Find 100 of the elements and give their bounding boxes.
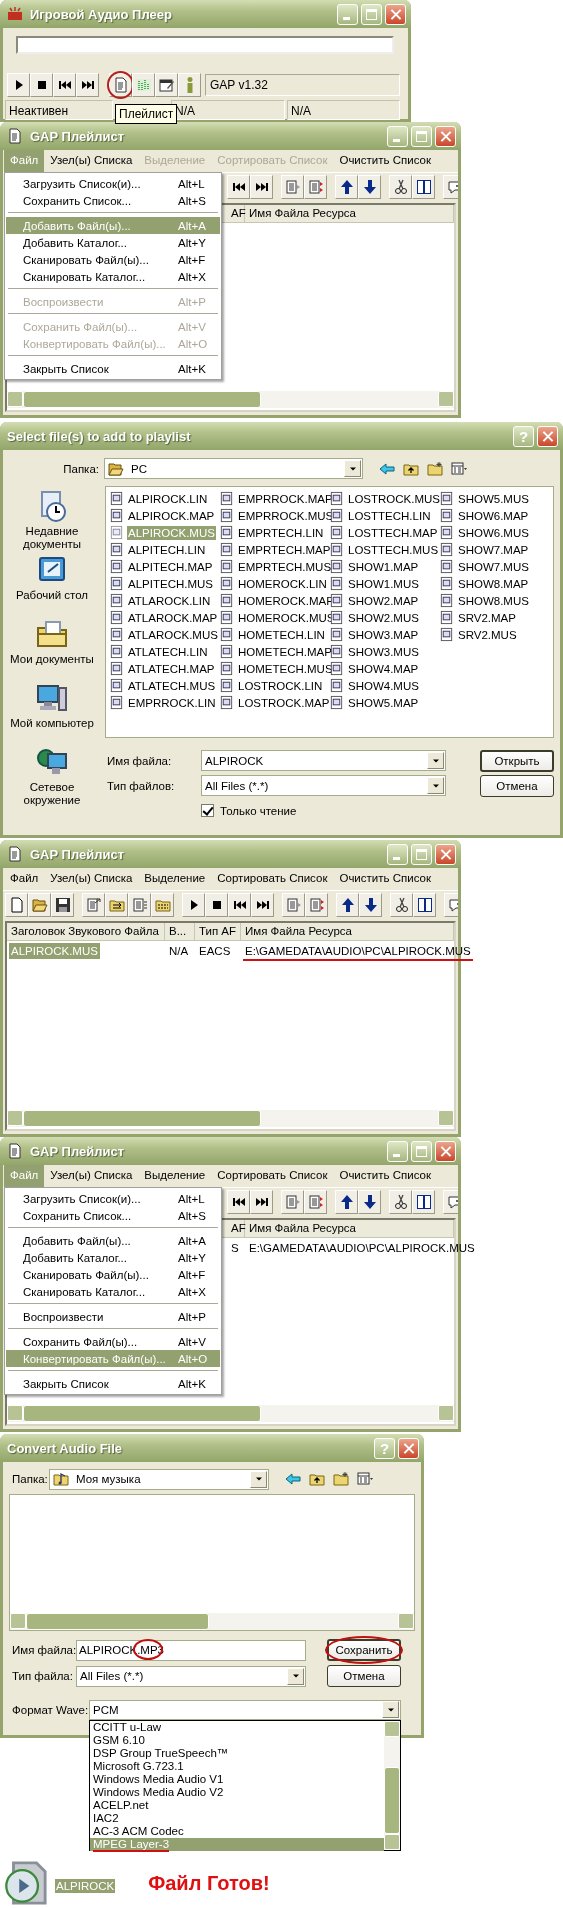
menu-item[interactable]: Очистить Список xyxy=(333,1165,437,1187)
toolbar-button[interactable] xyxy=(305,893,328,917)
dropdown-button[interactable] xyxy=(427,752,444,769)
file-item[interactable]: SHOW6.MUS xyxy=(439,524,530,541)
menu-item[interactable]: Выделение xyxy=(138,1165,212,1187)
menu-option[interactable]: Добавить Каталог... Alt+Y xyxy=(6,234,220,251)
column-header[interactable]: AF xyxy=(227,204,245,223)
checkbox-label[interactable]: Только чтение xyxy=(220,804,297,817)
next-button[interactable] xyxy=(76,73,99,97)
file-item[interactable]: HOMEROCK.MUS xyxy=(219,609,336,626)
playlist-button[interactable] xyxy=(109,73,132,97)
menu-option[interactable]: Загрузить Список(и)... Alt+L xyxy=(6,175,220,192)
file-item[interactable]: ATLAROCK.LIN xyxy=(109,592,212,609)
list-option[interactable]: Windows Media Audio V1 xyxy=(90,1772,384,1786)
move-down-button[interactable] xyxy=(359,893,382,917)
horizontal-scrollbar[interactable] xyxy=(10,1613,414,1630)
list-option[interactable]: Windows Media Audio V2 xyxy=(90,1785,384,1799)
column-header[interactable]: AF xyxy=(227,1219,245,1238)
cut-button[interactable] xyxy=(389,175,412,199)
file-item[interactable]: SRV2.MAP xyxy=(439,609,517,626)
file-item[interactable]: SHOW7.MAP xyxy=(439,541,530,558)
menu-option[interactable]: Загрузить Список(и)... Alt+L xyxy=(6,1190,220,1207)
menu-item[interactable]: Узел(ы) Списка xyxy=(44,868,139,890)
dropdown-button[interactable] xyxy=(382,1701,399,1718)
folder-dropdown[interactable]: Моя музыка xyxy=(49,1468,269,1490)
filename-field[interactable]: ALPIROCK xyxy=(201,750,446,771)
settings-button[interactable] xyxy=(155,73,178,97)
move-down-button[interactable] xyxy=(358,1190,381,1214)
file-item[interactable]: EMPRROCK.MAP xyxy=(219,490,334,507)
toolbar-button[interactable] xyxy=(82,893,105,917)
cut-button[interactable] xyxy=(390,893,413,917)
next-button[interactable] xyxy=(251,893,274,917)
file-type-dropdown[interactable]: All Files (*.*) xyxy=(201,775,446,796)
cut-button[interactable] xyxy=(389,1190,412,1214)
dropdown-button[interactable] xyxy=(250,1470,267,1488)
stop-button[interactable] xyxy=(205,893,228,917)
columns-button[interactable] xyxy=(412,1190,435,1214)
file-item[interactable]: LOSTTECH.MAP xyxy=(329,524,439,541)
file-item[interactable]: ATLATECH.MAP xyxy=(109,660,216,677)
column-header[interactable]: Имя Файла Ресурса xyxy=(245,204,454,223)
menu-option[interactable]: Добавить Каталог... Alt+Y xyxy=(6,1249,220,1266)
places-item[interactable]: Мои документы xyxy=(9,618,95,682)
save-button[interactable]: Сохранить xyxy=(327,1639,401,1661)
column-header[interactable]: Имя Файла Ресурса xyxy=(245,1219,454,1238)
menu-item[interactable]: Файл xyxy=(4,868,45,890)
track-field[interactable] xyxy=(16,36,394,54)
open-button[interactable]: Открыть xyxy=(480,749,554,772)
menu-option[interactable]: Добавить Файл(ы)... Alt+A xyxy=(6,1232,220,1249)
toolbar-button[interactable] xyxy=(281,175,304,199)
file-item[interactable]: SHOW7.MUS xyxy=(439,558,530,575)
menu-option[interactable]: Сохранить Файл(ы)... Alt+V xyxy=(6,1333,220,1350)
horizontal-scrollbar[interactable] xyxy=(7,1110,454,1127)
menu-item[interactable]: Сортировать Список xyxy=(211,868,334,890)
file-item[interactable]: ALPIROCK.LIN xyxy=(109,490,209,507)
file-item[interactable]: SHOW5.MUS xyxy=(439,490,530,507)
list-option[interactable]: Microsoft G.723.1 xyxy=(90,1759,384,1773)
close-button[interactable] xyxy=(435,1140,456,1162)
file-item[interactable]: ATLATECH.MUS xyxy=(109,677,217,694)
menu-item[interactable]: Узел(ы) Списка xyxy=(44,1165,139,1187)
places-item[interactable]: Сетевое окружение xyxy=(9,746,95,810)
previous-button[interactable] xyxy=(227,1190,250,1214)
list-option[interactable]: ACELP.net xyxy=(90,1798,384,1812)
previous-button[interactable] xyxy=(227,175,250,199)
toolbar-button[interactable] xyxy=(281,1190,304,1214)
cancel-button[interactable]: Отмена xyxy=(327,1665,401,1687)
checkbox[interactable] xyxy=(201,804,214,817)
close-button[interactable] xyxy=(385,3,406,25)
file-item[interactable]: ALPIROCK.MAP xyxy=(109,507,216,524)
file-item[interactable]: SHOW4.MUS xyxy=(329,677,420,694)
close-button[interactable] xyxy=(435,843,456,865)
toolbar-button[interactable] xyxy=(282,893,305,917)
toolbar-button[interactable] xyxy=(128,893,151,917)
file-item[interactable]: EMPRTECH.MUS xyxy=(219,558,333,575)
file-item[interactable]: LOSTROCK.MAP xyxy=(219,694,331,711)
toolbar-button[interactable] xyxy=(151,893,174,917)
file-item[interactable]: ATLATECH.LIN xyxy=(109,643,209,660)
cancel-button[interactable]: Отмена xyxy=(480,774,554,797)
next-button[interactable] xyxy=(250,175,273,199)
table-cell[interactable]: S xyxy=(229,1239,241,1256)
file-item[interactable]: ALPITECH.LIN xyxy=(109,541,207,558)
move-up-button[interactable] xyxy=(336,893,359,917)
move-up-button[interactable] xyxy=(335,175,358,199)
menu-option[interactable]: Воспроизвести Alt+P xyxy=(6,1308,220,1325)
file-item[interactable]: ALPITECH.MUS xyxy=(109,575,214,592)
column-header[interactable]: Имя Файла Ресурса xyxy=(241,922,454,941)
play-button[interactable] xyxy=(7,73,30,97)
dropdown-button[interactable] xyxy=(427,777,444,794)
dropdown-button[interactable] xyxy=(287,1667,304,1685)
file-item[interactable]: HOMETECH.MUS xyxy=(219,660,334,677)
file-item[interactable]: SRV2.MUS xyxy=(439,626,518,643)
close-button[interactable] xyxy=(398,1437,419,1459)
list-option[interactable]: GSM 6.10 xyxy=(90,1733,384,1747)
menu-option[interactable]: Сканировать Файл(ы)... Alt+F xyxy=(6,1266,220,1283)
file-item[interactable]: HOMETECH.LIN xyxy=(219,626,326,643)
horizontal-scrollbar[interactable] xyxy=(7,391,454,408)
close-button[interactable] xyxy=(435,125,456,147)
file-item[interactable]: HOMEROCK.MAP xyxy=(219,592,335,609)
columns-button[interactable] xyxy=(413,893,436,917)
file-item[interactable]: ATLAROCK.MUS xyxy=(109,626,219,643)
dropdown-button[interactable] xyxy=(344,460,361,477)
